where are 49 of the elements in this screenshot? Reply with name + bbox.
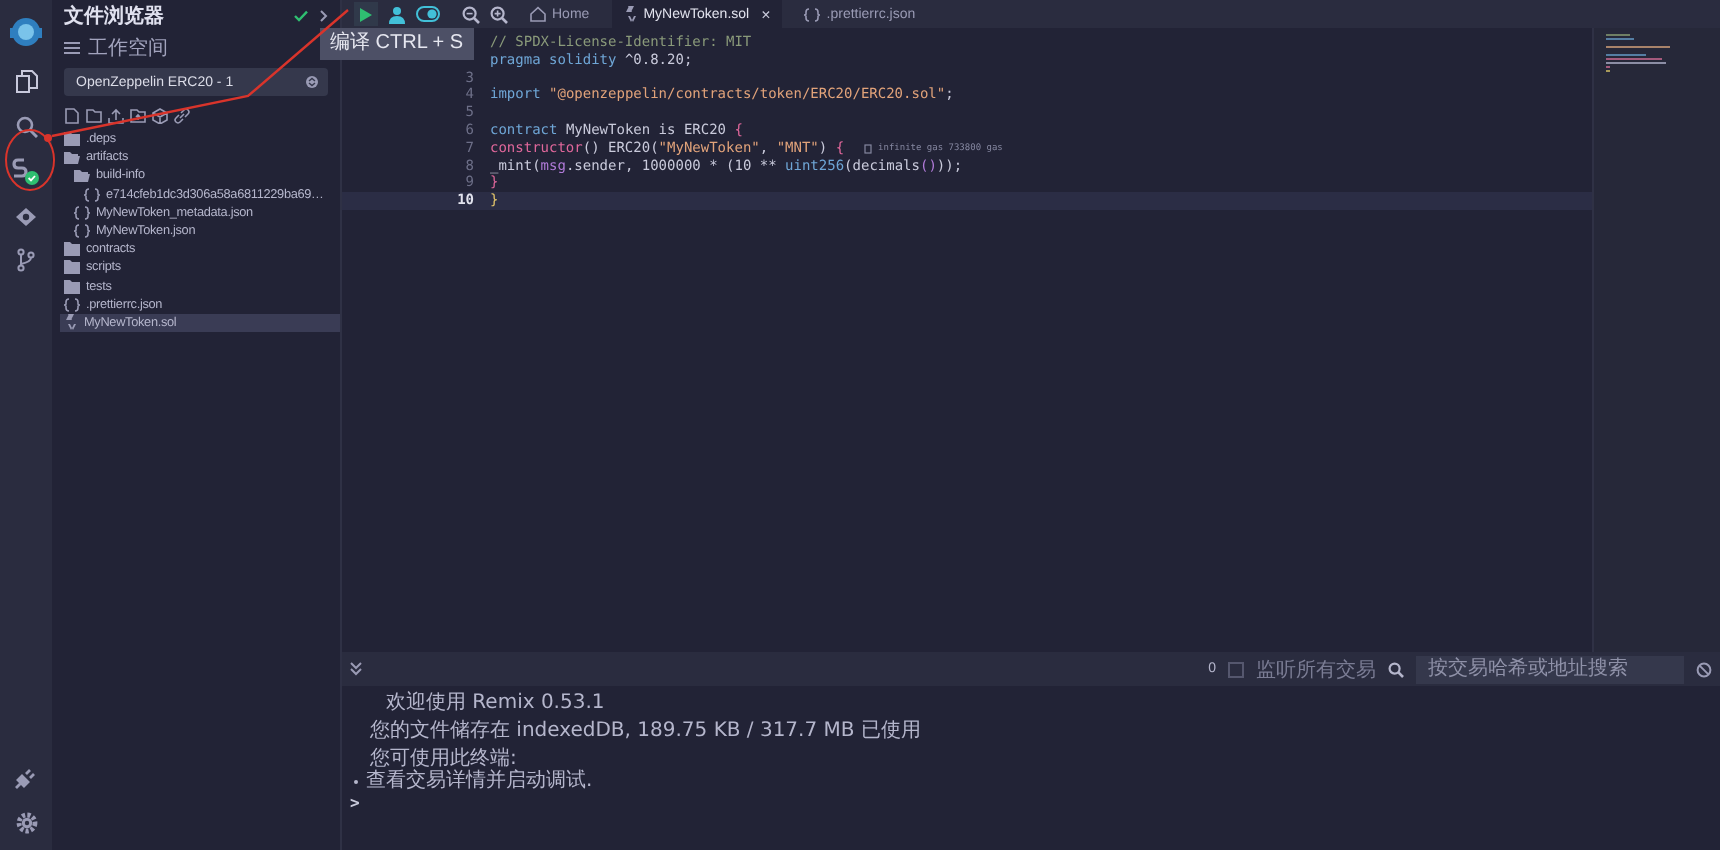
plug-icon[interactable] [14,766,38,790]
terminal-line: 查看交易详情并启动调试. [366,770,593,792]
new-file-icon[interactable] [64,108,80,124]
close-icon[interactable]: × [761,5,771,23]
terminal-line: 您的文件储存在 indexedDB, 189.75 KB / 317.7 MB 已使用 [370,720,923,742]
json-file-icon [804,7,821,21]
play-icon [360,7,372,21]
menu-icon[interactable] [64,42,80,54]
json-file-icon [74,205,90,220]
search-icon[interactable] [15,116,37,138]
terminal-line: 欢迎使用 Remix 0.53.1 [384,692,607,714]
deploy-user-icon[interactable] [388,5,406,23]
upload-icon[interactable] [108,108,124,124]
gas-pump-icon [864,143,875,154]
json-file-icon [64,297,80,312]
zoom-out-icon[interactable] [462,5,480,23]
terminal-prompt[interactable]: > [350,792,1720,814]
solidity-file-icon [64,314,78,331]
terminal-line: 您可使用此终端: [370,748,517,770]
tooltip: 编译 CTRL + S [320,28,474,60]
solidity-file-icon [623,6,638,22]
search-field[interactable]: 按交易哈希或地址搜索 [1416,655,1684,683]
home-icon [530,6,546,22]
checkbox-label: 监听所有交易 [1256,657,1376,683]
deploy-icon[interactable] [14,206,38,228]
checkbox[interactable] [1228,661,1244,677]
chevron-right-icon[interactable] [320,10,328,22]
panel-title: 文件浏览器 [64,3,166,30]
cube-icon[interactable] [152,108,168,124]
compiler-icon[interactable] [12,158,40,186]
logo-icon[interactable] [8,16,44,48]
json-file-icon [84,187,100,202]
search-icon[interactable] [1388,661,1404,677]
git-branch-icon[interactable] [16,248,36,272]
check-icon[interactable] [294,10,308,22]
settings-icon[interactable] [15,812,37,834]
annotation-circle [5,129,55,191]
compile-button[interactable] [354,2,378,26]
toggle-icon[interactable] [416,6,440,22]
caret-icon [306,76,318,88]
collapse-icon[interactable] [350,662,362,676]
folder-upload-icon[interactable] [130,108,146,124]
clear-icon[interactable] [1696,661,1712,677]
workspace-label: 工作空间 [88,35,168,62]
zoom-in-icon[interactable] [490,5,508,23]
new-folder-icon[interactable] [86,108,102,124]
json-file-icon [74,224,90,239]
files-icon[interactable] [15,70,37,94]
link-icon[interactable] [174,108,190,124]
